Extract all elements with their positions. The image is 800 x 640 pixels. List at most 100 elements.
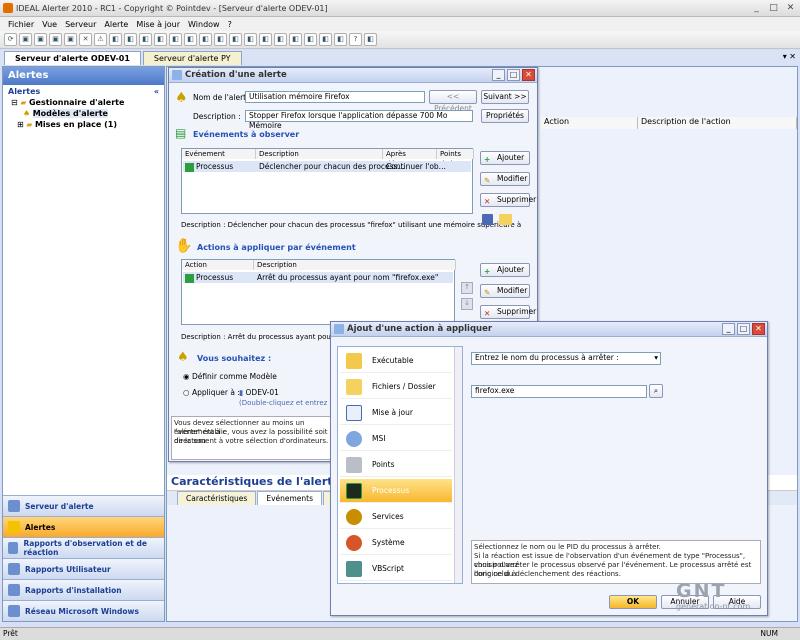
tab-characteristics[interactable]: Caractéristiques	[177, 491, 257, 505]
tab-server-odev[interactable]: Serveur d'alerte ODEV-01	[4, 51, 141, 65]
alert-name-field[interactable]: Utilisation mémoire Firefox	[245, 91, 425, 103]
col-action[interactable]: Action	[182, 260, 254, 270]
minimize-button[interactable]: _	[749, 1, 764, 15]
nav-windows-network[interactable]: Réseau Microsoft Windows	[3, 600, 164, 621]
tool-icon[interactable]: ◧	[214, 33, 227, 46]
nav-install-reports[interactable]: Rapports d'installation	[3, 579, 164, 600]
add-action-button[interactable]: + Ajouter	[480, 263, 530, 277]
process-name-field[interactable]: firefox.exe	[471, 385, 647, 398]
tool-icon[interactable]: ◧	[154, 33, 167, 46]
apply-target[interactable]: ▮ ODEV-01	[239, 388, 279, 397]
left-section-header[interactable]: Alertes «	[3, 85, 164, 97]
delete-icon[interactable]: ✕	[79, 33, 92, 46]
tool-icon[interactable]: ◧	[109, 33, 122, 46]
tool-icon[interactable]: ◧	[139, 33, 152, 46]
add-event-button[interactable]: + Ajouter	[480, 151, 530, 165]
menu-serveur[interactable]: Serveur	[65, 20, 96, 29]
tool-icon[interactable]: ◧	[259, 33, 272, 46]
nav-server[interactable]: Serveur d'alerte	[3, 495, 164, 516]
table-row[interactable]: Processus Déclencher pour chacun des pro…	[183, 161, 471, 172]
minimize-button[interactable]: _	[722, 323, 735, 335]
delete-event-button[interactable]: ✕ Supprimer	[480, 193, 536, 207]
tool-icon[interactable]: ◧	[229, 33, 242, 46]
tool-icon[interactable]: ◧	[244, 33, 257, 46]
help-icon[interactable]: ?	[349, 33, 362, 46]
close-button[interactable]: ✕	[522, 69, 535, 81]
properties-button[interactable]: Propriétés	[481, 109, 529, 123]
tab-events[interactable]: Evénements	[257, 491, 323, 505]
actions-list[interactable]: Action Description Processus Arrêt du pr…	[181, 259, 456, 325]
category-system[interactable]: Système	[340, 531, 452, 555]
tool-icon[interactable]: ◧	[289, 33, 302, 46]
category-update[interactable]: Mise à jour	[340, 401, 452, 425]
menu-vue[interactable]: Vue	[42, 20, 57, 29]
tool-icon[interactable]: ◧	[184, 33, 197, 46]
apply-to-radio[interactable]: ○ Appliquer à :	[183, 388, 240, 397]
maximize-button[interactable]: □	[766, 1, 781, 15]
category-list[interactable]: Exécutable Fichiers / Dossier Mise à jou…	[337, 346, 463, 584]
category-files[interactable]: Fichiers / Dossier	[340, 375, 452, 399]
col-description[interactable]: Description	[256, 149, 383, 159]
table-row[interactable]: Processus Arrêt du processus ayant pour …	[183, 272, 453, 283]
menu-alerte[interactable]: Alerte	[104, 20, 128, 29]
define-model-radio[interactable]: ◉ Définir comme Modèle	[183, 372, 277, 381]
collapse-icon[interactable]: «	[154, 87, 159, 96]
maximize-button[interactable]: □	[737, 323, 750, 335]
close-button[interactable]: ✕	[752, 323, 765, 335]
next-button[interactable]: Suivant >>	[481, 90, 529, 104]
previous-button[interactable]: << Précédent	[429, 90, 477, 113]
menu-window[interactable]: Window	[188, 20, 220, 29]
category-points[interactable]: Points	[340, 453, 452, 477]
category-scrollbar[interactable]	[454, 347, 462, 583]
save-icon[interactable]	[482, 214, 493, 225]
tree-item-deployed[interactable]: ⊞ ▰ Mises en place (1)	[11, 119, 164, 130]
menu-fichier[interactable]: Fichier	[8, 20, 34, 29]
tree-item-models[interactable]: ♠ Modèles d'alerte	[11, 108, 164, 119]
col-event[interactable]: Evénement	[182, 149, 256, 159]
refresh-icon[interactable]: ⟳	[4, 33, 17, 46]
move-up-icon[interactable]: ↑	[461, 282, 473, 294]
nav-observation-reports[interactable]: Rapports d'observation et de réaction	[3, 537, 164, 558]
tool-icon[interactable]: ◧	[169, 33, 182, 46]
category-vbscript[interactable]: VBScript	[340, 557, 452, 581]
modify-action-button[interactable]: ✎ Modifier	[480, 284, 530, 298]
move-down-icon[interactable]: ↓	[461, 298, 473, 310]
column-action[interactable]: Action	[541, 117, 638, 129]
category-executable[interactable]: Exécutable	[340, 349, 452, 373]
events-list[interactable]: Evénement Description Après détect... Po…	[181, 148, 474, 214]
col-alert-points[interactable]: Points d'al	[437, 149, 474, 168]
nav-user-reports[interactable]: Rapports Utilisateur	[3, 558, 164, 579]
category-msi[interactable]: MSI	[340, 427, 452, 451]
alert-description-field[interactable]: Stopper Firefox lorsque l'application dé…	[245, 110, 473, 130]
menu-mise-a-jour[interactable]: Mise à jour	[136, 20, 180, 29]
server-icon[interactable]: ▣	[19, 33, 32, 46]
category-process[interactable]: Processus	[340, 479, 452, 503]
tab-server-py[interactable]: Serveur d'alerte PY	[142, 51, 242, 65]
folder-icon[interactable]	[499, 214, 512, 225]
tool-icon[interactable]: ◧	[319, 33, 332, 46]
browse-process-button[interactable]: ⌕	[649, 384, 663, 398]
server-remove-icon[interactable]: ▣	[64, 33, 77, 46]
category-services[interactable]: Services	[340, 505, 452, 529]
tool-icon[interactable]: ◧	[364, 33, 377, 46]
tool-icon[interactable]: ◧	[334, 33, 347, 46]
maximize-button[interactable]: □	[507, 69, 520, 81]
server-add-icon[interactable]: ▣	[34, 33, 47, 46]
tool-icon[interactable]: ◧	[304, 33, 317, 46]
column-action-description[interactable]: Description de l'action	[638, 117, 797, 129]
nav-alerts[interactable]: Alertes	[3, 516, 164, 537]
tool-icon[interactable]: ◧	[199, 33, 212, 46]
tab-menu-icon[interactable]: ▾ ✕	[783, 52, 796, 61]
modify-event-button[interactable]: ✎ Modifier	[480, 172, 530, 186]
mode-select[interactable]: Entrez le nom du processus à arrêter : ▾	[471, 352, 661, 365]
col-action-description[interactable]: Description	[254, 260, 456, 270]
minimize-button[interactable]: _	[492, 69, 505, 81]
alert-icon[interactable]: ⚠	[94, 33, 107, 46]
menu-help[interactable]: ?	[228, 20, 232, 29]
tool-icon[interactable]: ◧	[274, 33, 287, 46]
delete-action-button[interactable]: ✕ Supprimer	[480, 305, 536, 319]
tool-icon[interactable]: ◧	[124, 33, 137, 46]
ok-button[interactable]: OK	[609, 595, 657, 609]
server-edit-icon[interactable]: ▣	[49, 33, 62, 46]
tree-item-manager[interactable]: ⊟ ▰ Gestionnaire d'alerte	[11, 97, 164, 108]
